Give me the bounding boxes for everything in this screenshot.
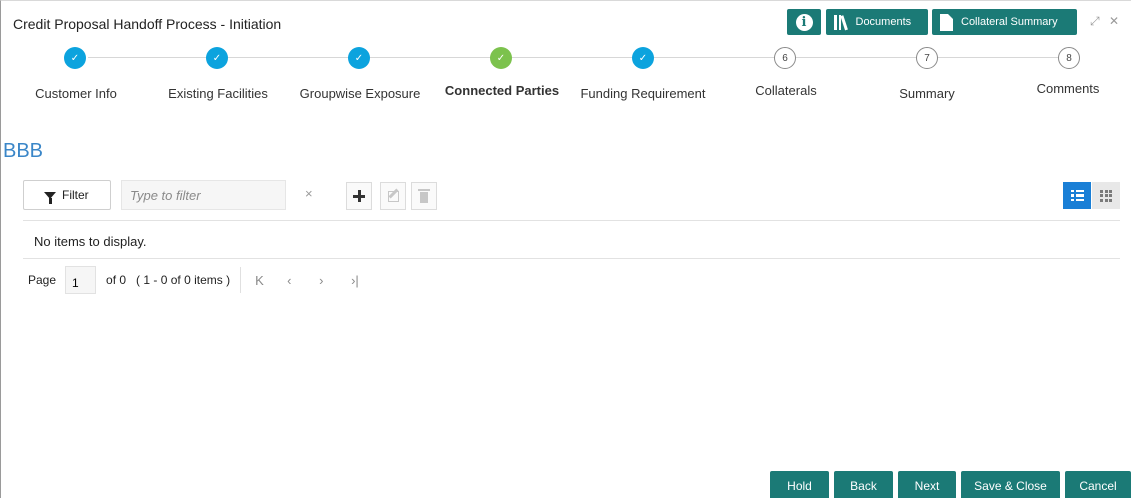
- next-button[interactable]: Next: [898, 471, 956, 498]
- check-icon: ✓: [212, 52, 222, 64]
- step-node-connected-parties[interactable]: ✓: [490, 47, 512, 69]
- empty-message: No items to display.: [34, 234, 147, 249]
- step-label-funding-requirement[interactable]: Funding Requirement: [580, 86, 705, 101]
- step-label-comments[interactable]: Comments: [1037, 81, 1100, 96]
- page-number-input[interactable]: [65, 266, 97, 294]
- info-icon: i: [795, 13, 813, 31]
- last-page-icon[interactable]: ›|: [351, 273, 383, 288]
- pager: Page of 0 ( 1 - 0 of 0 items ) K ‹ › ›|: [28, 265, 383, 295]
- filter-input[interactable]: [121, 180, 286, 210]
- step-node-existing-facilities[interactable]: ✓: [206, 47, 228, 69]
- window-header: Credit Proposal Handoff Process - Initia…: [1, 8, 1131, 40]
- list-view-icon: [1070, 189, 1084, 202]
- step-node-customer-info[interactable]: ✓: [64, 47, 86, 69]
- edit-button[interactable]: [380, 182, 406, 210]
- step-label-connected-parties[interactable]: Connected Parties: [445, 83, 559, 98]
- process-stepper: ✓ ✓ ✓ ✓ ✓ 6 7 8 Customer Info Existing F…: [0, 41, 1131, 111]
- step-node-groupwise-exposure[interactable]: ✓: [348, 47, 370, 69]
- step-label-summary[interactable]: Summary: [899, 86, 955, 101]
- first-page-icon[interactable]: K: [255, 273, 287, 288]
- step-label-groupwise-exposure[interactable]: Groupwise Exposure: [300, 86, 421, 101]
- page-label: Page: [28, 273, 57, 287]
- filter-button[interactable]: Filter: [23, 180, 111, 210]
- list-view-button[interactable]: [1063, 182, 1091, 209]
- collateral-summary-button[interactable]: Collateral Summary: [932, 9, 1077, 35]
- section-title: BBB: [3, 140, 44, 162]
- edit-icon: [387, 190, 399, 202]
- delete-button[interactable]: [411, 182, 437, 210]
- plus-icon: [353, 190, 365, 202]
- documents-button[interactable]: Documents: [826, 9, 928, 35]
- filter-icon: [44, 191, 56, 204]
- hold-button[interactable]: Hold: [770, 471, 829, 498]
- step-label-customer-info[interactable]: Customer Info: [35, 86, 117, 101]
- page-range-label: ( 1 - 0 of 0 items ): [136, 273, 231, 287]
- page-of-label: of 0: [106, 273, 127, 287]
- back-button[interactable]: Back: [834, 471, 893, 498]
- table-divider-bottom: [23, 258, 1120, 259]
- collateral-summary-label: Collateral Summary: [961, 16, 1058, 28]
- library-icon: [834, 14, 848, 30]
- check-icon: ✓: [70, 52, 80, 64]
- step-label-existing-facilities[interactable]: Existing Facilities: [168, 86, 268, 101]
- check-icon: ✓: [354, 52, 364, 64]
- table-divider-top: [23, 220, 1120, 221]
- grid-view-button[interactable]: [1092, 182, 1120, 209]
- step-node-summary[interactable]: 7: [916, 47, 938, 69]
- next-page-icon[interactable]: ›: [319, 273, 351, 288]
- grid-view-icon: [1100, 189, 1112, 202]
- step-node-comments[interactable]: 8: [1058, 47, 1080, 69]
- cancel-button[interactable]: Cancel: [1065, 471, 1131, 498]
- step-node-collaterals[interactable]: 6: [774, 47, 796, 69]
- filter-label: Filter: [62, 188, 89, 202]
- info-button[interactable]: i: [787, 9, 821, 35]
- prev-page-icon[interactable]: ‹: [287, 273, 319, 288]
- step-node-funding-requirement[interactable]: ✓: [632, 47, 654, 69]
- expand-icon[interactable]: ⤢: [1090, 14, 1100, 29]
- step-number: 8: [1066, 52, 1072, 64]
- check-icon: ✓: [496, 52, 506, 64]
- close-icon[interactable]: ✕: [1109, 14, 1119, 28]
- documents-label: Documents: [855, 16, 912, 28]
- step-number: 6: [782, 52, 788, 64]
- window-title: Credit Proposal Handoff Process - Initia…: [13, 16, 282, 32]
- trash-icon: [418, 188, 430, 203]
- clear-filter-icon[interactable]: ×: [305, 186, 313, 201]
- step-label-collaterals[interactable]: Collaterals: [755, 83, 816, 98]
- add-button[interactable]: [346, 182, 372, 210]
- save-close-button[interactable]: Save & Close: [961, 471, 1060, 498]
- pager-divider: [240, 267, 242, 293]
- check-icon: ✓: [638, 52, 648, 64]
- step-number: 7: [924, 52, 930, 64]
- document-icon: [940, 13, 953, 31]
